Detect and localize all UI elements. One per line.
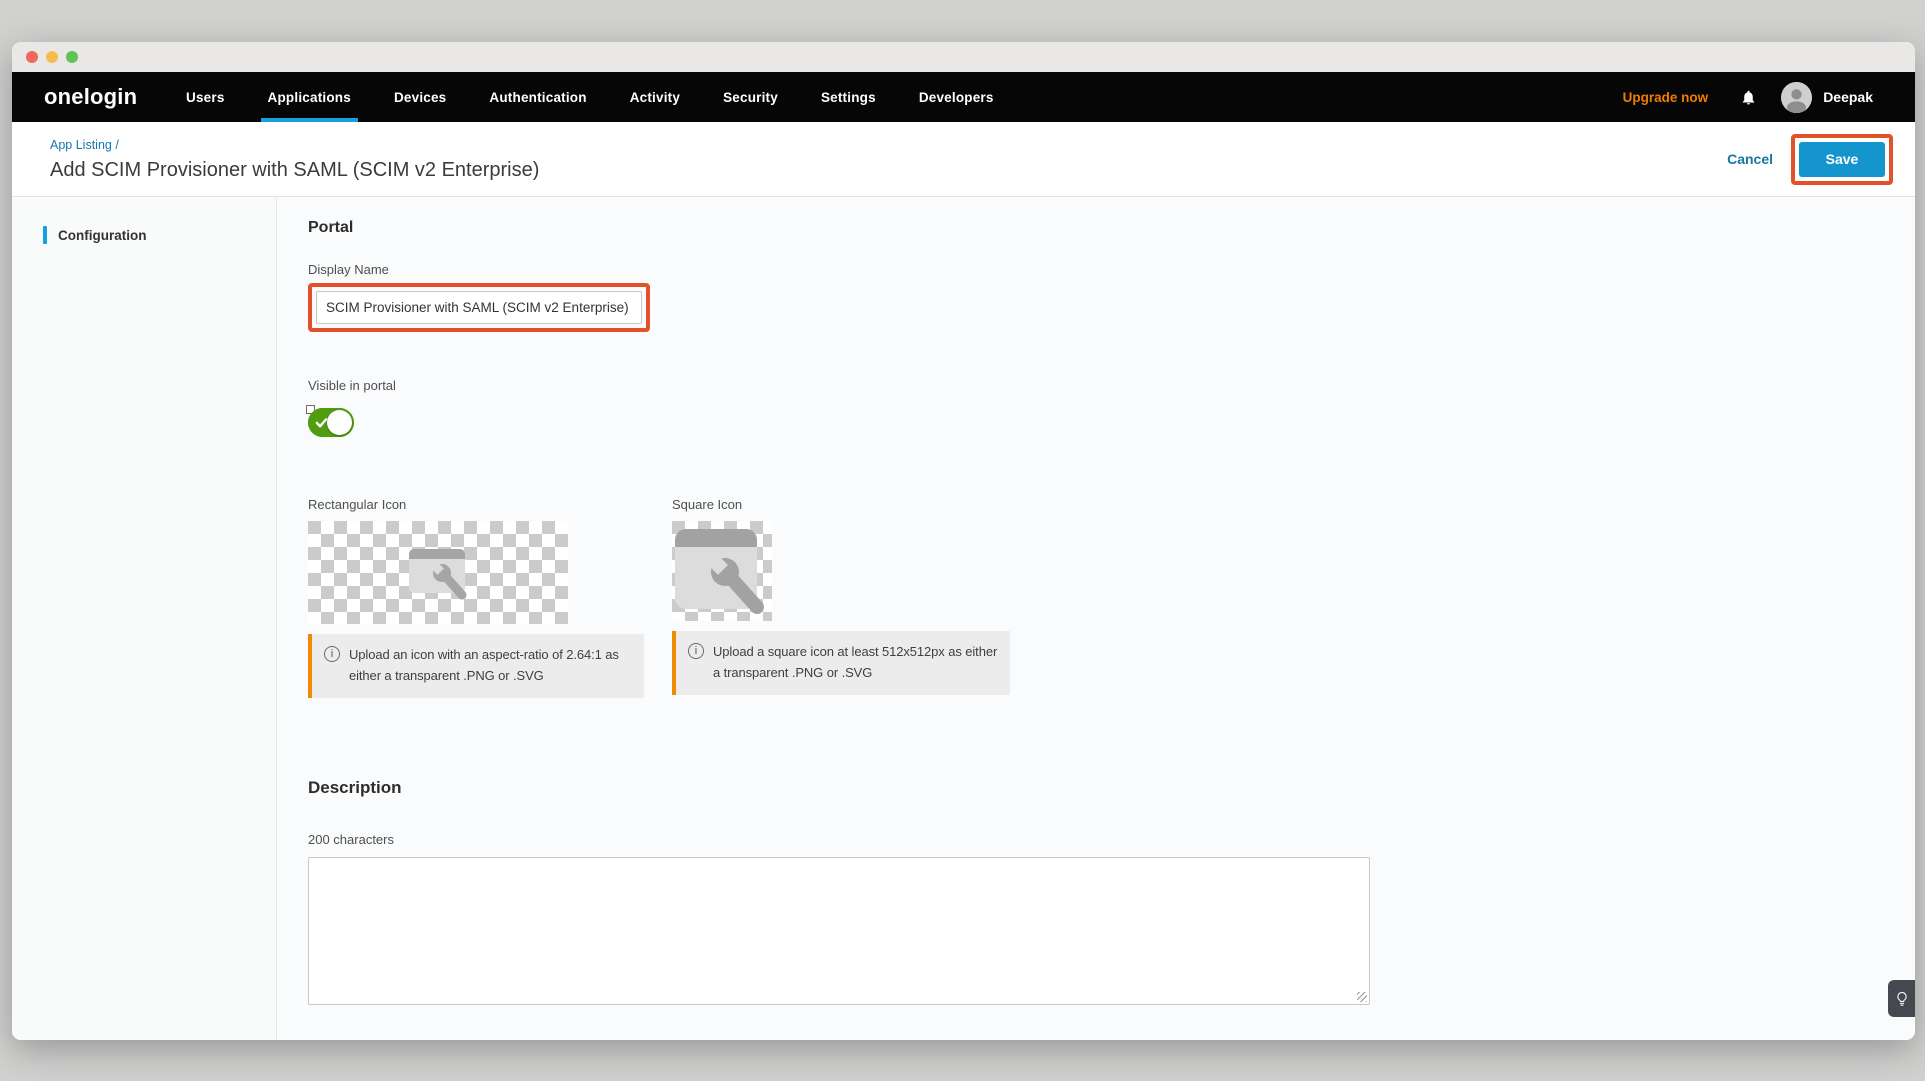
rectangular-icon-upload-area[interactable] [308,521,568,624]
page-header: App Listing / Add SCIM Provisioner with … [12,122,1915,197]
user-name-label: Deepak [1823,89,1873,105]
nav-tab-settings[interactable]: Settings [821,72,876,122]
main-content: Portal Display Name Visible in portal Re… [277,197,1915,1040]
nav-tabs: Users Applications Devices Authenticatio… [186,72,994,122]
portal-section-heading: Portal [308,219,1915,237]
nav-tab-devices[interactable]: Devices [394,72,446,122]
nav-tab-authentication[interactable]: Authentication [489,72,586,122]
description-section-heading: Description [308,778,1915,798]
nav-tab-developers[interactable]: Developers [919,72,994,122]
toggle-knob [327,410,352,435]
navbar-right: Upgrade now Deepak [1623,72,1873,122]
settings-sidebar: Configuration [12,197,277,1040]
rectangular-icon-label: Rectangular Icon [308,497,644,512]
display-name-label: Display Name [308,262,1915,277]
sidebar-item-configuration[interactable]: Configuration [12,226,276,244]
help-lightbulb-tab[interactable] [1888,980,1915,1017]
save-button[interactable]: Save [1799,142,1885,177]
window-titlebar [12,42,1915,72]
description-textarea[interactable] [308,857,1370,1005]
nav-tab-activity[interactable]: Activity [630,72,680,122]
icon-upload-row: Rectangular Icon i Upload an icon with a… [308,497,1915,698]
minimize-window-button[interactable] [46,51,58,63]
resize-handle[interactable] [1357,992,1367,1002]
display-name-annotation-highlight [308,283,650,332]
square-icon-hint-text: Upload a square icon at least 512x512px … [713,641,998,683]
square-icon-label: Square Icon [672,497,1010,512]
active-indicator-bar [43,226,47,244]
page-title: Add SCIM Provisioner with SAML (SCIM v2 … [50,159,539,182]
visible-in-portal-label: Visible in portal [308,378,1915,393]
nav-tab-applications[interactable]: Applications [268,72,351,122]
breadcrumb[interactable]: App Listing / [50,138,119,152]
square-icon-upload-area[interactable] [672,521,772,621]
maximize-window-button[interactable] [66,51,78,63]
save-annotation-highlight: Save [1791,134,1893,185]
info-icon: i [688,643,704,659]
onelogin-logo: onelogin [44,72,132,122]
cancel-button[interactable]: Cancel [1727,151,1773,167]
square-icon-section: Square Icon i Upload a square icon at le… [672,497,1010,698]
notifications-bell-icon[interactable] [1740,89,1757,106]
rectangular-icon-hint: i Upload an icon with an aspect-ratio of… [308,634,644,698]
upgrade-now-link[interactable]: Upgrade now [1623,90,1709,105]
info-icon: i [324,646,340,662]
nav-tab-users[interactable]: Users [186,72,225,122]
page-header-left: App Listing / Add SCIM Provisioner with … [50,136,539,182]
page-header-actions: Cancel Save [1727,134,1893,185]
square-icon-hint: i Upload a square icon at least 512x512p… [672,631,1010,695]
rectangular-icon-hint-text: Upload an icon with an aspect-ratio of 2… [349,644,632,686]
page-body: Configuration Portal Display Name Visibl… [12,197,1915,1040]
rectangular-icon-section: Rectangular Icon i Upload an icon with a… [308,497,644,698]
user-avatar [1781,82,1812,113]
user-menu[interactable]: Deepak [1781,82,1873,113]
sidebar-item-label: Configuration [58,228,146,243]
lightbulb-icon [1895,991,1909,1007]
visible-in-portal-toggle[interactable] [308,408,354,437]
description-field-wrap [308,857,1370,1005]
nav-tab-security[interactable]: Security [723,72,778,122]
app-wrench-icon [400,544,476,602]
app-wrench-icon [673,524,771,618]
display-name-input[interactable] [316,291,642,324]
close-window-button[interactable] [26,51,38,63]
browser-window: onelogin Users Applications Devices Auth… [12,42,1915,1040]
top-navbar: onelogin Users Applications Devices Auth… [12,72,1915,122]
character-count-label: 200 characters [308,832,1915,847]
